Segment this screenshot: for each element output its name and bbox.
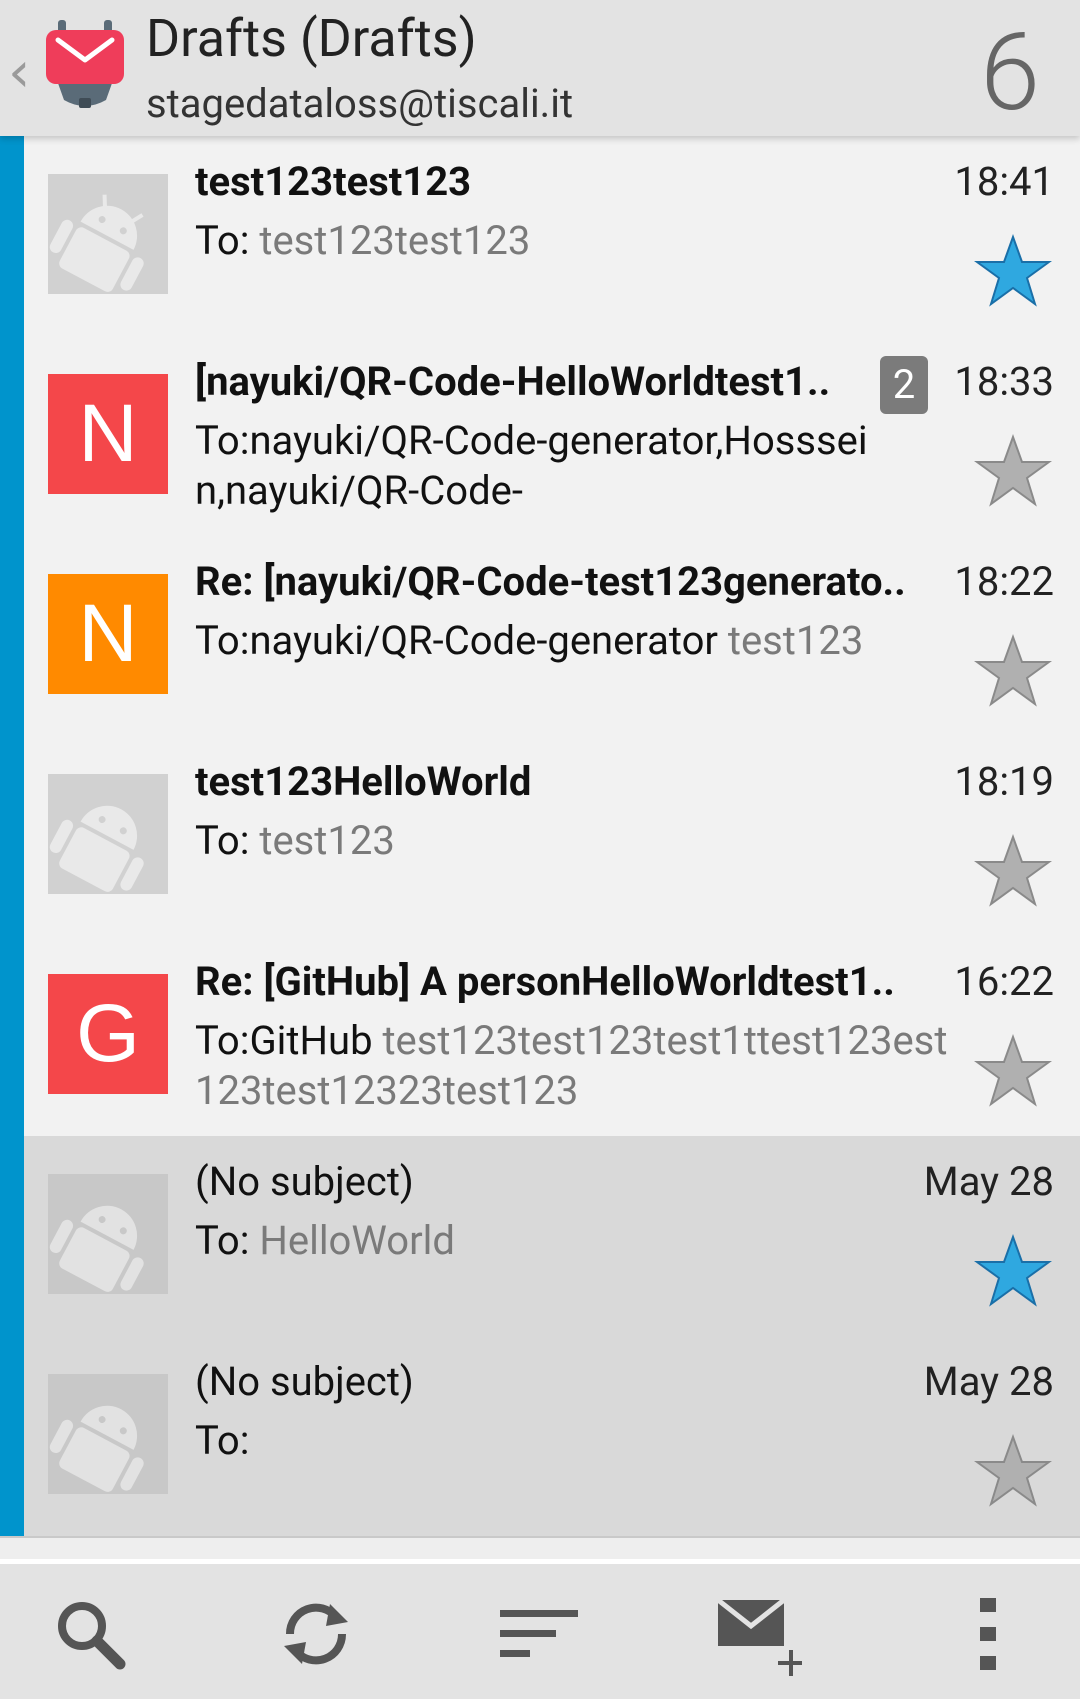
- contact-avatar-placeholder[interactable]: [48, 1174, 168, 1294]
- message-preview: To:: [195, 1416, 965, 1466]
- message-row[interactable]: N Re: [nayuki/QR-Code-test123generato.. …: [0, 536, 1080, 738]
- message-preview: To: HelloWorld: [195, 1216, 965, 1266]
- message-row[interactable]: G Re: [GitHub] A personHelloWorldtest1..…: [0, 936, 1080, 1138]
- unread-indicator: [0, 536, 24, 736]
- star-outline-icon[interactable]: [974, 634, 1052, 708]
- sort-button[interactable]: [496, 1592, 580, 1676]
- recipient-name: GitHub: [249, 1017, 383, 1064]
- sort-icon: [500, 1610, 578, 1657]
- unread-indicator: [0, 136, 24, 336]
- back-chevron-icon[interactable]: ‹: [8, 40, 30, 105]
- thread-count-badge: 2: [880, 356, 928, 414]
- star-outline-icon[interactable]: [974, 834, 1052, 908]
- message-row[interactable]: N [nayuki/QR-Code-HelloWorldtest1.. 2 18…: [0, 336, 1080, 538]
- message-time: May 28: [923, 1358, 1054, 1405]
- star-filled-icon[interactable]: [974, 234, 1052, 308]
- bottom-action-bar: [0, 1559, 1080, 1699]
- message-row[interactable]: test123test123 18:41 To: test123test123: [0, 136, 1080, 338]
- message-time: 18:22: [954, 558, 1054, 605]
- android-avatar-icon: [48, 1174, 168, 1294]
- unread-indicator: [0, 1136, 24, 1336]
- message-row[interactable]: (No subject) May 28 To:: [0, 1336, 1080, 1538]
- preview-text: test123: [727, 617, 864, 664]
- message-preview: To:GitHub test123test123test1ttest123est…: [195, 1016, 965, 1116]
- message-subject: [nayuki/QR-Code-HelloWorldtest1..: [195, 358, 831, 405]
- message-subject: test123HelloWorld: [195, 758, 532, 805]
- preview-text: test123test123: [259, 217, 531, 264]
- unread-indicator: [0, 336, 24, 536]
- unread-indicator: [0, 736, 24, 936]
- message-subject: test123test123: [195, 158, 472, 205]
- compose-icon: [718, 1598, 802, 1676]
- account-email: stagedataloss@tiscali.it: [146, 80, 574, 127]
- contact-avatar-letter[interactable]: N: [48, 374, 168, 494]
- message-time: 18:41: [954, 158, 1054, 205]
- message-subject: Re: [GitHub] A personHelloWorldtest1..: [195, 958, 895, 1005]
- star-filled-icon[interactable]: [974, 1234, 1052, 1308]
- star-outline-icon[interactable]: [974, 434, 1052, 508]
- android-avatar-icon: [48, 774, 168, 894]
- recipient-label: To:: [195, 417, 250, 464]
- unread-indicator: [0, 936, 24, 1136]
- message-subject: Re: [nayuki/QR-Code-test123generato..: [195, 558, 906, 605]
- contact-avatar-placeholder[interactable]: [48, 1374, 168, 1494]
- refresh-button[interactable]: [274, 1592, 358, 1676]
- overflow-menu-button[interactable]: [946, 1592, 1030, 1676]
- message-preview: To:nayuki/QR-Code-generator,Hosssein,nay…: [195, 416, 895, 516]
- contact-avatar-placeholder[interactable]: [48, 774, 168, 894]
- message-time: 18:33: [954, 358, 1054, 405]
- compose-button[interactable]: [718, 1592, 802, 1676]
- k9-mail-logo-icon[interactable]: [44, 18, 126, 112]
- overflow-menu-icon: [980, 1598, 996, 1670]
- search-button[interactable]: [48, 1592, 132, 1676]
- message-row[interactable]: (No subject) May 28 To: HelloWorld: [0, 1136, 1080, 1338]
- message-time: 18:19: [954, 758, 1054, 805]
- message-count: 6: [980, 10, 1040, 136]
- android-avatar-icon: [48, 174, 168, 294]
- preview-text: test123: [259, 817, 395, 864]
- unread-indicator: [0, 1336, 24, 1536]
- folder-title: Drafts (Drafts): [146, 8, 477, 69]
- app-bar: ‹ Drafts (Drafts) stagedataloss@tiscali.…: [0, 0, 1080, 136]
- recipient-label: To:: [195, 1417, 250, 1464]
- message-time: 16:22: [954, 958, 1054, 1005]
- recipient-label: To:: [195, 817, 260, 864]
- message-subject: (No subject): [195, 1358, 414, 1405]
- recipient-label: To:: [195, 1017, 250, 1064]
- recipient-label: To:: [195, 217, 260, 264]
- recipient-name: nayuki/QR-Code-generator,Hosssein,nayuki…: [195, 417, 868, 514]
- preview-text: HelloWorld: [259, 1217, 455, 1264]
- contact-avatar-letter[interactable]: N: [48, 574, 168, 694]
- message-preview: To: test123test123: [195, 216, 965, 266]
- message-row[interactable]: test123HelloWorld 18:19 To: test123: [0, 736, 1080, 938]
- star-outline-icon[interactable]: [974, 1434, 1052, 1508]
- message-time: May 28: [923, 1158, 1054, 1205]
- star-outline-icon[interactable]: [974, 1034, 1052, 1108]
- refresh-icon: [284, 1603, 348, 1665]
- contact-avatar-placeholder[interactable]: [48, 174, 168, 294]
- message-subject: (No subject): [195, 1158, 414, 1205]
- recipient-label: To:: [195, 1217, 260, 1264]
- contact-avatar-letter[interactable]: G: [48, 974, 168, 1094]
- message-preview: To: test123: [195, 816, 965, 866]
- search-icon: [58, 1602, 126, 1670]
- message-list: test123test123 18:41 To: test123test123 …: [0, 136, 1080, 1542]
- recipient-label: To:: [195, 617, 250, 664]
- recipient-name: nayuki/QR-Code-generator: [249, 617, 728, 664]
- message-preview: To:nayuki/QR-Code-generator test123: [195, 616, 965, 666]
- android-avatar-icon: [48, 1374, 168, 1494]
